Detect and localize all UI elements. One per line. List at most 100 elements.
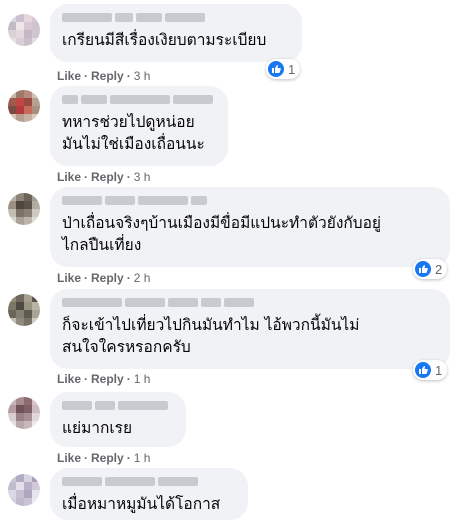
avatar-pixel	[8, 22, 16, 30]
avatar-pixel	[32, 217, 40, 225]
avatar-pixel	[24, 209, 32, 217]
like-reaction-icon	[415, 362, 431, 378]
avatar-pixel	[24, 294, 32, 302]
avatar-pixel	[24, 405, 32, 413]
avatar-pixel	[8, 193, 16, 201]
avatar-pixel	[32, 22, 40, 30]
avatar-pixel	[8, 38, 16, 46]
avatar-pixel	[16, 310, 24, 318]
timestamp[interactable]: 3 h	[134, 69, 151, 83]
separator-dot: ·	[126, 372, 131, 386]
comment-text: ทหารช่วยไปดูหน่อย มันไม่ใช่เมืองเถื่อนนะ	[62, 113, 205, 153]
avatar-pixel	[8, 90, 16, 98]
comment-bubble: เกรียนมีสีเรื่องเงิยบตามระเบียบ	[50, 4, 302, 62]
avatar-pixel	[8, 294, 16, 302]
avatar-pixel	[32, 209, 40, 217]
avatar-pixel	[8, 217, 16, 225]
author-name-redacted[interactable]	[62, 195, 438, 206]
avatar-pixel	[16, 209, 24, 217]
avatar-pixel	[32, 482, 40, 490]
avatar[interactable]	[8, 474, 40, 506]
avatar-pixel	[16, 217, 24, 225]
avatar-pixel	[24, 30, 32, 38]
avatar-pixel	[8, 106, 16, 114]
avatar-pixel	[24, 38, 32, 46]
timestamp[interactable]: 2 h	[134, 271, 151, 285]
reply-link[interactable]: Reply	[91, 271, 124, 285]
reply-link[interactable]: Reply	[91, 451, 124, 465]
avatar-pixel	[16, 38, 24, 46]
avatar-pixel	[16, 302, 24, 310]
author-name-redacted[interactable]	[62, 94, 216, 105]
like-link[interactable]: Like	[57, 451, 81, 465]
like-link[interactable]: Like	[57, 69, 81, 83]
avatar-pixel	[32, 318, 40, 326]
avatar-pixel	[16, 421, 24, 429]
avatar-pixel	[8, 209, 16, 217]
avatar[interactable]	[8, 193, 40, 225]
avatar-pixel	[32, 490, 40, 498]
comment-text: เกรียนมีสีเรื่องเงิยบตามระเบียบ	[62, 31, 267, 49]
reaction-number: 1	[435, 362, 443, 378]
avatar-pixel	[24, 482, 32, 490]
avatar[interactable]	[8, 294, 40, 326]
avatar-pixel	[16, 193, 24, 201]
avatar-pixel	[8, 482, 16, 490]
avatar-pixel	[16, 474, 24, 482]
avatar-pixel	[24, 14, 32, 22]
author-name-redacted[interactable]	[62, 476, 236, 487]
avatar-pixel	[32, 114, 40, 122]
comment-bubble: ทหารช่วยไปดูหน่อย มันไม่ใช่เมืองเถื่อนนะ	[50, 86, 228, 166]
avatar-pixel	[32, 30, 40, 38]
avatar-pixel	[24, 310, 32, 318]
separator-dot: ·	[126, 271, 131, 285]
avatar[interactable]	[8, 90, 40, 122]
avatar-pixel	[24, 318, 32, 326]
avatar-pixel	[16, 405, 24, 413]
reaction-count[interactable]: 1	[266, 59, 301, 79]
author-name-redacted[interactable]	[62, 297, 438, 308]
reaction-count[interactable]: 1	[413, 360, 448, 380]
separator-dot: ·	[84, 170, 89, 184]
like-link[interactable]: Like	[57, 372, 81, 386]
avatar-pixel	[16, 22, 24, 30]
like-link[interactable]: Like	[57, 271, 81, 285]
reaction-count[interactable]: 2	[413, 259, 448, 279]
comment-text: ป่าเถื่อนจริงๆบ้านเมืองมีขื่อมีแปนะทำตัว…	[62, 214, 382, 254]
avatar-pixel	[24, 421, 32, 429]
avatar-pixel	[24, 98, 32, 106]
avatar-pixel	[16, 498, 24, 506]
reply-link[interactable]: Reply	[91, 372, 124, 386]
avatar-pixel	[8, 201, 16, 209]
avatar-pixel	[16, 30, 24, 38]
comment-bubble: ป่าเถื่อนจริงๆบ้านเมืองมีขื่อมีแปนะทำตัว…	[50, 187, 450, 267]
avatar-pixel	[8, 14, 16, 22]
separator-dot: ·	[84, 69, 89, 83]
avatar[interactable]	[8, 14, 40, 46]
avatar-pixel	[8, 114, 16, 122]
reply-link[interactable]: Reply	[91, 69, 124, 83]
author-name-redacted[interactable]	[62, 400, 174, 411]
reply-link[interactable]: Reply	[91, 170, 124, 184]
like-link[interactable]: Like	[57, 170, 81, 184]
timestamp[interactable]: 3 h	[134, 170, 151, 184]
avatar[interactable]	[8, 397, 40, 429]
author-name-redacted[interactable]	[62, 12, 290, 23]
avatar-pixel	[24, 413, 32, 421]
avatar-pixel	[32, 193, 40, 201]
avatar-pixel	[16, 490, 24, 498]
avatar-pixel	[32, 302, 40, 310]
avatar-pixel	[24, 474, 32, 482]
avatar-pixel	[32, 38, 40, 46]
avatar-pixel	[32, 14, 40, 22]
avatar-pixel	[24, 22, 32, 30]
avatar-pixel	[24, 106, 32, 114]
avatar-pixel	[8, 474, 16, 482]
avatar-pixel	[32, 98, 40, 106]
avatar-pixel	[24, 193, 32, 201]
comment-text: แย่มากเรย	[62, 419, 133, 437]
timestamp[interactable]: 1 h	[134, 372, 151, 386]
avatar-pixel	[8, 302, 16, 310]
avatar-pixel	[24, 114, 32, 122]
timestamp[interactable]: 1 h	[134, 451, 151, 465]
